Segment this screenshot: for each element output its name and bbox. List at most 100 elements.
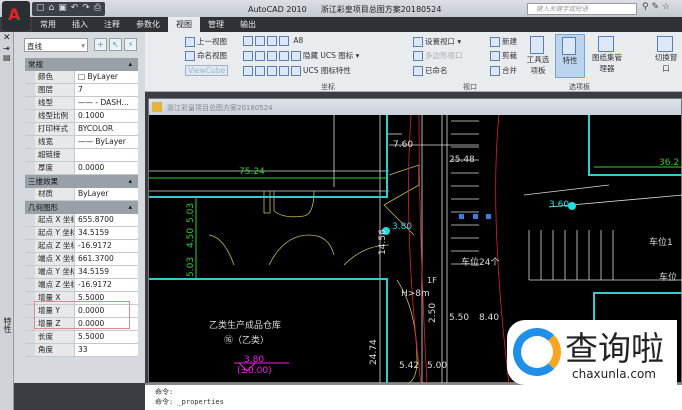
property-value[interactable]: 34.5159 — [75, 227, 138, 239]
open-icon[interactable]: ⌂ — [49, 3, 55, 15]
property-value[interactable]: -16.9172 — [75, 240, 138, 252]
section-header[interactable]: 三维效果 — [25, 175, 138, 188]
property-value[interactable]: □ ByLayer — [75, 71, 138, 83]
named-views-button[interactable]: 命名视图 — [185, 50, 227, 61]
quick-select-icon[interactable]: ⚡ — [124, 38, 137, 51]
parking-label: 车位 — [659, 271, 677, 283]
property-value[interactable]: —— ByLayer — [75, 136, 138, 148]
property-row[interactable]: 线型 —— - DASH... — [25, 97, 138, 110]
viewport-config-button[interactable]: 设置视口 ▾ — [413, 36, 461, 47]
property-row[interactable]: 起点 Y 坐标 34.5159 — [25, 227, 138, 240]
property-row[interactable]: 打印样式 BYCOLOR — [25, 123, 138, 136]
application-menu-button[interactable]: A — [2, 1, 30, 31]
switch-window-button[interactable]: 切换窗口 — [653, 36, 679, 74]
auto-hide-icon[interactable]: ⇥ — [0, 44, 13, 53]
new-viewport-button[interactable]: 新建 — [490, 36, 517, 47]
property-value[interactable]: 7 — [75, 84, 138, 96]
drawing-file-icon — [152, 102, 162, 112]
property-value[interactable]: -16.9172 — [75, 279, 138, 291]
property-value[interactable]: 655.8700 — [75, 214, 138, 226]
app-title: AutoCAD 2010 — [248, 5, 307, 14]
hide-ucs-icon-button[interactable]: 隐藏 UCS 图标 ▾ — [243, 50, 359, 61]
property-row[interactable]: 端点 Z 坐标 -16.9172 — [25, 279, 138, 292]
section-header[interactable]: 几何图形 — [25, 201, 138, 214]
property-value[interactable]: ByLayer — [75, 188, 138, 200]
select-objects-icon[interactable]: ↖ — [109, 38, 122, 51]
properties-palette-button[interactable]: 特性 — [555, 34, 585, 78]
dim-label: 75.24 — [239, 167, 265, 177]
ucs-name[interactable]: A8 — [293, 36, 303, 45]
property-name: 厚度 — [35, 162, 75, 174]
object-type-select[interactable]: 直线 ▾ — [24, 38, 88, 52]
property-name: 线宽 — [35, 136, 75, 148]
ribbon-tabs: 常用 插入 注释 参数化 视图 管理 输出 — [32, 17, 682, 32]
tab-1[interactable]: 插入 — [64, 17, 96, 32]
property-row[interactable]: 起点 Z 坐标 -16.9172 — [25, 240, 138, 253]
property-name: 端点 X 坐标 — [35, 253, 75, 265]
ucs-icon-properties-button[interactable]: UCS 图标特性 — [243, 65, 351, 76]
property-row[interactable]: 端点 X 坐标 661.3700 — [25, 253, 138, 266]
print-icon[interactable]: ⎙ — [94, 3, 101, 15]
tab-4[interactable]: 视图 — [168, 17, 200, 32]
property-row[interactable]: 线宽 —— ByLayer — [25, 136, 138, 149]
property-row[interactable]: 超链接 — [25, 149, 138, 162]
help-icons[interactable]: ⚲ ✎ ☆ — [642, 2, 670, 12]
viewcube-button[interactable]: ViewCube — [185, 65, 229, 76]
property-row[interactable]: 厚度 0.0000 — [25, 162, 138, 175]
close-icon[interactable]: ✕ — [0, 32, 13, 44]
highlight-box — [34, 301, 130, 329]
property-name: 材质 — [35, 188, 75, 200]
tab-2[interactable]: 注释 — [96, 17, 128, 32]
property-row[interactable]: 颜色 □ ByLayer — [25, 71, 138, 84]
property-name: 端点 Z 坐标 — [35, 279, 75, 291]
property-row[interactable]: 端点 Y 坐标 34.5159 — [25, 266, 138, 279]
save-icon[interactable]: ▣ — [58, 3, 67, 15]
dim-label: 14.56 — [378, 229, 388, 255]
tab-6[interactable]: 输出 — [232, 17, 264, 32]
property-value[interactable]: 0.0000 — [75, 162, 138, 174]
ucs-icons-row[interactable]: A8 — [243, 36, 303, 46]
property-row[interactable]: 图层 7 — [25, 84, 138, 97]
property-row[interactable]: 长度 5.5000 — [25, 331, 138, 344]
property-value[interactable]: 5.5000 — [75, 331, 138, 343]
property-row[interactable]: 线型比例 0.1000 — [25, 110, 138, 123]
property-name: 起点 Z 坐标 — [35, 240, 75, 252]
parking-label: 车位1 — [649, 236, 673, 248]
previous-view-button[interactable]: 上一视图 — [185, 36, 227, 47]
property-name: 端点 Y 坐标 — [35, 266, 75, 278]
new-icon[interactable]: ▢ — [36, 3, 45, 15]
sheet-set-manager-button[interactable]: 图纸集管理器 — [591, 36, 623, 74]
property-row[interactable]: 角度 33 — [25, 344, 138, 357]
palette-title-strip: ✕ ⇥ ▤ 特性 — [0, 32, 14, 410]
property-value[interactable]: 33 — [75, 344, 138, 356]
redo-icon[interactable]: ↷ — [82, 3, 90, 15]
undo-icon[interactable]: ↶ — [71, 3, 79, 15]
property-value[interactable]: —— - DASH... — [75, 97, 138, 109]
join-viewport-button[interactable]: 合并 — [490, 65, 517, 76]
palette-menu-icon[interactable]: ▤ — [0, 53, 13, 62]
property-value[interactable]: 0.1000 — [75, 110, 138, 122]
tab-0[interactable]: 常用 — [32, 17, 64, 32]
command-line[interactable]: 命令: 命令: _properties — [145, 383, 682, 410]
property-value[interactable] — [75, 149, 138, 161]
toggle-pickadd-icon[interactable]: + — [94, 38, 107, 51]
tab-3[interactable]: 参数化 — [128, 17, 168, 32]
building-class: ⑯（乙类） — [224, 334, 269, 346]
polygonal-viewport-button[interactable]: 多边形视口 — [413, 50, 463, 61]
watermark-logo-icon — [513, 328, 561, 376]
property-row[interactable]: 材质 ByLayer — [25, 188, 138, 201]
property-value[interactable]: 661.3700 — [75, 253, 138, 265]
property-value[interactable]: BYCOLOR — [75, 123, 138, 135]
tool-palettes-button[interactable]: 工具选项板 — [525, 36, 551, 76]
property-value[interactable]: 34.5159 — [75, 266, 138, 278]
property-name: 线型 — [35, 97, 75, 109]
property-row[interactable]: 起点 X 坐标 655.8700 — [25, 214, 138, 227]
section-header[interactable]: 常规 — [25, 58, 138, 71]
tab-5[interactable]: 管理 — [200, 17, 232, 32]
views-icon — [185, 51, 195, 61]
named-viewports-button[interactable]: 已命名 — [413, 65, 448, 76]
dim-label: 2.50 — [428, 303, 438, 323]
floor-label: 1F — [427, 276, 437, 285]
search-input[interactable]: 键入关键字或短语 — [527, 3, 637, 15]
clip-viewport-button[interactable]: 剪裁 — [490, 50, 517, 61]
